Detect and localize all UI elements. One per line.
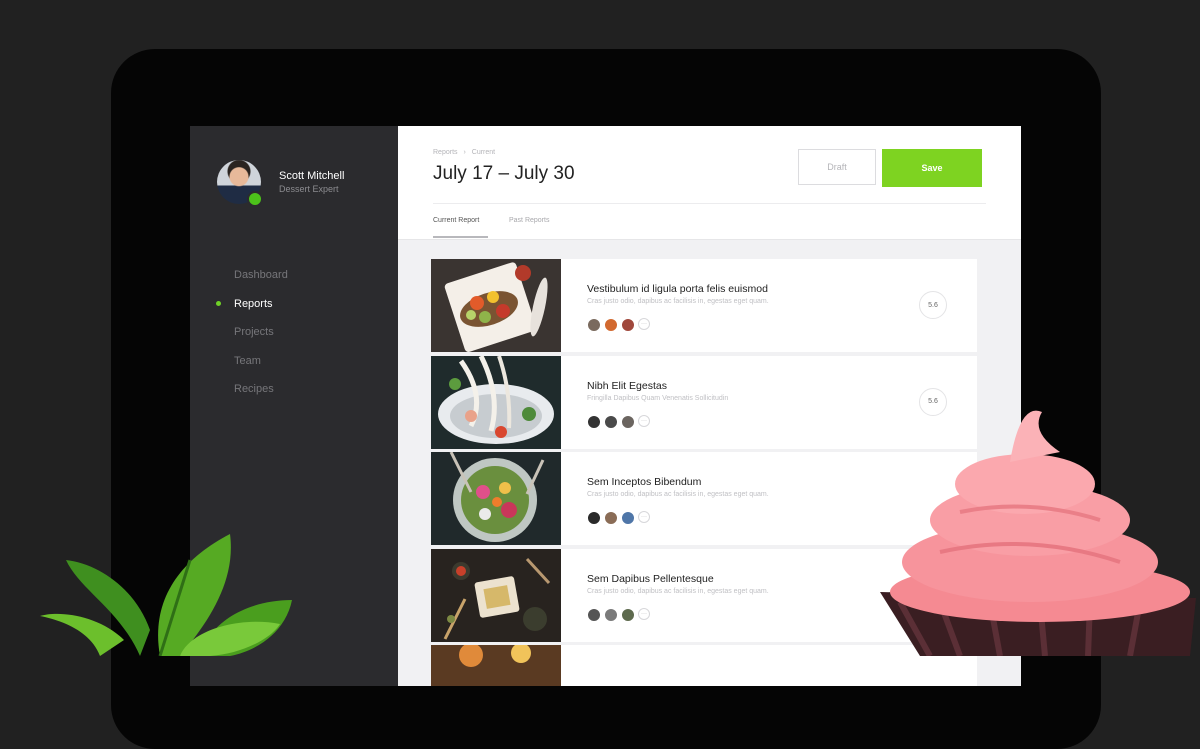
breadcrumb-reports[interactable]: Reports	[433, 149, 458, 156]
avatar[interactable]	[604, 607, 618, 622]
avatar[interactable]	[621, 607, 635, 622]
report-subtitle: Cras justo odio, dapibus ac facilisis in…	[587, 587, 769, 595]
food-thumbnail	[431, 355, 561, 449]
breadcrumb: Reports › Current	[433, 149, 495, 156]
active-tab-indicator	[433, 236, 488, 238]
report-title[interactable]: Nibh Elit Egestas	[587, 380, 667, 392]
report-title[interactable]: Vestibulum id ligula porta felis euismod	[587, 283, 768, 295]
more-icon[interactable]: ···	[638, 511, 650, 523]
avatar[interactable]	[621, 318, 635, 332]
user-role: Dessert Expert	[279, 184, 339, 194]
online-status-dot	[247, 191, 263, 207]
participant-avatars: ···	[587, 607, 650, 622]
header-divider	[433, 203, 986, 204]
avatar[interactable]	[587, 414, 601, 429]
report-subtitle: Cras justo odio, dapibus ac facilisis in…	[587, 491, 769, 498]
sidebar-item-recipes[interactable]: Recipes	[190, 380, 398, 409]
page-title: July 17 – July 30	[433, 163, 575, 184]
avatar[interactable]	[587, 318, 601, 332]
avatar[interactable]	[604, 414, 618, 429]
participant-avatars: ···	[587, 318, 650, 332]
sidebar-item-dashboard[interactable]: Dashboard	[190, 266, 398, 295]
participant-avatars: ···	[587, 414, 650, 429]
tab-past-reports[interactable]: Past Reports	[509, 217, 549, 224]
page-header: Reports › Current July 17 – July 30 Draf…	[398, 126, 1021, 240]
sidebar-item-reports[interactable]: Reports	[190, 295, 398, 324]
save-button[interactable]: Save	[882, 149, 982, 187]
avatar[interactable]	[621, 414, 635, 429]
mint-leaves-decoration	[40, 534, 292, 656]
avatar[interactable]	[587, 511, 601, 525]
food-thumbnail	[431, 259, 561, 352]
report-subtitle: Fringilla Dapibus Quam Venenatis Sollici…	[587, 394, 729, 402]
sidebar-item-team[interactable]: Team	[190, 352, 398, 381]
score-badge: 5.6	[919, 291, 947, 319]
avatar[interactable]	[621, 511, 635, 525]
report-title[interactable]: Sem Dapibus Pellentesque	[587, 573, 714, 585]
more-icon[interactable]: ···	[638, 318, 650, 330]
report-card[interactable]: Vestibulum id ligula porta felis euismod…	[431, 259, 977, 352]
food-thumbnail	[431, 548, 561, 642]
avatar[interactable]	[587, 607, 601, 622]
report-subtitle: Cras justo odio, dapibus ac facilisis in…	[587, 298, 769, 305]
cupcake-decoration	[880, 410, 1196, 656]
user-name: Scott Mitchell	[279, 170, 345, 182]
report-title[interactable]: Sem Inceptos Bibendum	[587, 476, 701, 488]
avatar[interactable]	[604, 318, 618, 332]
more-icon[interactable]: ···	[638, 607, 650, 620]
draft-button[interactable]: Draft	[798, 149, 876, 185]
sidebar-item-projects[interactable]: Projects	[190, 323, 398, 352]
avatar[interactable]	[604, 511, 618, 525]
tab-current-report[interactable]: Current Report	[433, 217, 479, 224]
sidebar-nav: Dashboard Reports Projects Team Recipes	[190, 266, 398, 409]
breadcrumb-separator: ›	[463, 149, 466, 156]
breadcrumb-current: Current	[471, 149, 496, 156]
food-thumbnail	[431, 645, 561, 686]
food-thumbnail	[431, 452, 561, 545]
participant-avatars: ···	[587, 511, 650, 525]
more-icon[interactable]: ···	[638, 414, 650, 427]
